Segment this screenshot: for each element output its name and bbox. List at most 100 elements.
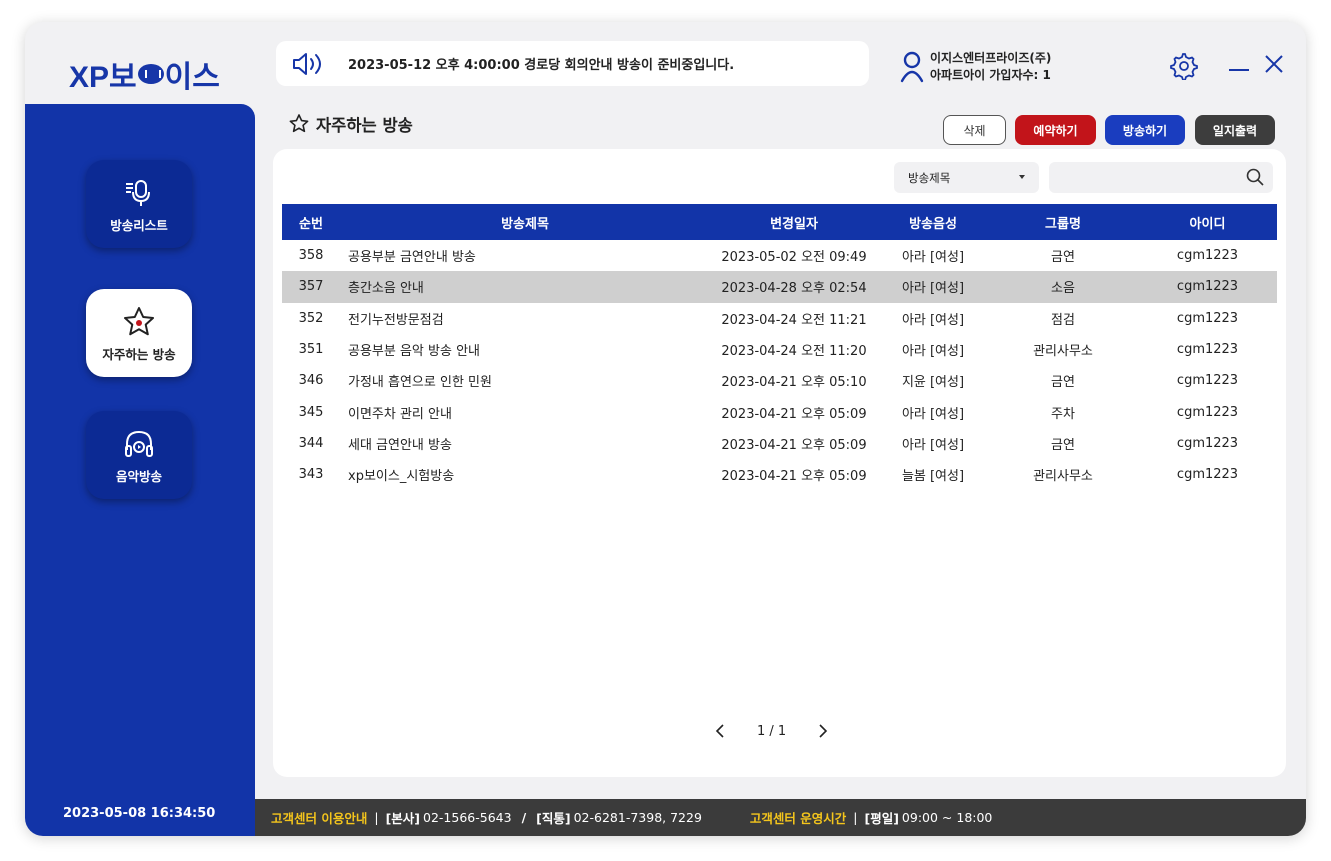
cell-title: 이면주차 관리 안내 <box>348 406 452 422</box>
sidebar-item-music[interactable]: 음악방송 <box>86 411 192 499</box>
microphone-icon <box>126 179 150 206</box>
search-field-select[interactable]: 방송제목 <box>894 162 1039 193</box>
close-icon[interactable] <box>1263 52 1285 76</box>
cell-number: 357 <box>298 279 324 295</box>
search-box <box>1049 162 1273 193</box>
cell-date: 2023-04-28 오후 02:54 <box>721 281 867 297</box>
hq-phone: 02-1566-5643 <box>423 810 512 825</box>
table-row[interactable]: 344 세대 금연안내 방송 2023-04-21 오후 05:09 아라 [여성] 금… <box>282 428 1277 459</box>
table-row[interactable]: 343 xp보이스_시험방송 2023-04-21 오후 05:09 늘봄 [여성] 관… <box>282 459 1277 490</box>
weekday-hours: 09:00 ~ 18:00 <box>901 810 993 825</box>
cell-voice: 지윤 [여성] <box>901 375 965 391</box>
cell-title: 층간소음 안내 <box>348 281 424 297</box>
column-header[interactable]: 방송제목 <box>340 204 710 240</box>
table-row[interactable]: 358 공용부분 금연안내 방송 2023-05-02 오전 09:49 아라 [여성… <box>282 240 1277 271</box>
chevron-down-icon <box>1019 175 1025 179</box>
cell-number: 345 <box>298 404 324 420</box>
cell-date: 2023-04-21 오후 05:09 <box>721 469 867 485</box>
logo-text-left: XP보 <box>69 61 137 94</box>
page-indicator: 1 / 1 <box>757 723 787 739</box>
cell-date: 2023-04-21 오후 05:09 <box>721 437 867 453</box>
cell-voice: 아라 [여성] <box>901 281 965 297</box>
page-title-text: 자주하는 방송 <box>316 116 413 135</box>
cell-id: cgm1223 <box>1176 279 1239 295</box>
column-header[interactable]: 아이디 <box>1138 204 1277 240</box>
table-row[interactable]: 345 이면주차 관리 안내 2023-04-21 오후 05:09 아라 [여성] 주… <box>282 396 1277 427</box>
logo-mic-icon <box>137 64 164 84</box>
table-header-row: 순번 방송제목 변경일자 방송음성 그룹명 아이디 <box>282 204 1277 240</box>
separator: | <box>853 810 858 825</box>
cell-date: 2023-04-24 오전 11:20 <box>721 344 867 360</box>
broadcast-button[interactable]: 방송하기 <box>1105 115 1185 145</box>
cell-id: cgm1223 <box>1176 373 1239 389</box>
cell-title: 세대 금연안내 방송 <box>348 437 452 453</box>
cell-date: 2023-05-02 오전 09:49 <box>721 250 867 266</box>
sidebar: 방송리스트 자주하는 방송 음악방송 <box>25 104 255 836</box>
sidebar-item-label: 방송리스트 <box>110 217 168 233</box>
cell-number: 344 <box>298 435 324 451</box>
column-header[interactable]: 그룹명 <box>988 204 1138 240</box>
weekday-label: [평일] <box>864 811 899 826</box>
headphones-icon <box>125 430 153 457</box>
table-row[interactable]: 357 층간소음 안내 2023-04-28 오후 02:54 아라 [여성] 소음 cg… <box>282 271 1277 303</box>
pagination: 1 / 1 <box>713 723 830 739</box>
speaker-icon <box>293 52 321 75</box>
cell-date: 2023-04-21 오후 05:09 <box>721 406 867 422</box>
cell-number: 343 <box>298 467 324 483</box>
cell-title: xp보이스_시험방송 <box>348 469 455 485</box>
minimize-icon[interactable] <box>1228 52 1250 76</box>
page-title: 자주하는 방송 <box>288 112 413 136</box>
separator: | <box>374 810 379 825</box>
cs-label: 고객센터 이용안내 <box>271 811 368 826</box>
cell-number: 346 <box>298 373 324 389</box>
company-name: 이지스엔터프라이즈(주) <box>930 51 1052 65</box>
sidebar-item-favorites[interactable]: 자주하는 방송 <box>86 289 192 377</box>
footer-bar: 고객센터 이용안내 | [본사] 02-1566-5643 / [직통] 02-… <box>255 799 1306 836</box>
column-header[interactable]: 방송음성 <box>878 204 988 240</box>
search-icon[interactable] <box>1245 167 1265 187</box>
cell-id: cgm1223 <box>1176 404 1239 420</box>
cell-group: 주차 <box>1051 406 1075 422</box>
cell-number: 352 <box>298 310 324 326</box>
notice-text: 2023-05-12 오후 4:00:00 경로당 회의안내 방송이 준비중입니… <box>348 58 735 73</box>
gear-icon[interactable] <box>1170 52 1198 80</box>
subscriber-count: 아파트아이 가입자수: 1 <box>930 68 1051 82</box>
chevron-left-icon[interactable] <box>713 723 729 739</box>
sidebar-item-label: 자주하는 방송 <box>102 346 176 362</box>
cell-id: cgm1223 <box>1176 310 1239 326</box>
search-input[interactable] <box>1049 162 1229 193</box>
cell-id: cgm1223 <box>1176 435 1239 451</box>
cell-id: cgm1223 <box>1176 467 1239 483</box>
sidebar-item-label: 음악방송 <box>115 468 162 484</box>
cell-id: cgm1223 <box>1176 342 1239 358</box>
direct-phone: 02-6281-7398, 7229 <box>573 810 702 825</box>
cell-title: 공용부분 금연안내 방송 <box>348 250 476 266</box>
cell-number: 351 <box>298 342 324 358</box>
table-row[interactable]: 351 공용부분 음악 방송 안내 2023-04-24 오전 11:20 아라 [여… <box>282 334 1277 365</box>
chevron-right-icon[interactable] <box>814 723 830 739</box>
column-header[interactable]: 순번 <box>282 204 340 240</box>
delete-button[interactable]: 삭제 <box>943 115 1006 145</box>
user-icon <box>900 51 924 83</box>
print-log-button[interactable]: 일지출력 <box>1195 115 1275 145</box>
main-panel: 방송제목 순번 방송제목 변경일자 방송음성 그룹명 아이디 358 공용부분 … <box>273 149 1286 777</box>
reserve-button[interactable]: 예약하기 <box>1015 115 1096 145</box>
cell-group: 금연 <box>1051 250 1075 266</box>
column-header[interactable]: 변경일자 <box>710 204 878 240</box>
user-info: 이지스엔터프라이즈(주) 아파트아이 가입자수: 1 <box>900 50 1051 84</box>
cell-number: 358 <box>298 248 324 264</box>
hq-label: [본사] <box>385 811 421 826</box>
table-row[interactable]: 352 전기누전방문점검 2023-04-24 오전 11:21 아라 [여성] 점검 c… <box>282 303 1277 334</box>
cell-date: 2023-04-21 오후 05:10 <box>721 375 867 391</box>
star-icon <box>124 306 154 335</box>
table-row[interactable]: 346 가정내 흡연으로 인한 민원 2023-04-21 오후 05:10 지윤 [… <box>282 365 1277 396</box>
sidebar-item-broadcast-list[interactable]: 방송리스트 <box>86 160 192 248</box>
notice-bar: 2023-05-12 오후 4:00:00 경로당 회의안내 방송이 준비중입니… <box>276 41 869 86</box>
app-window: XP보 이스 2023-05-12 오후 4:00:00 경로당 회의안내 방송이… <box>25 22 1306 836</box>
broadcast-table: 순번 방송제목 변경일자 방송음성 그룹명 아이디 358 공용부분 금연안내 방… <box>282 204 1277 490</box>
cell-voice: 아라 [여성] <box>901 312 965 328</box>
current-datetime: 2023-05-08 16:34:50 <box>63 806 216 821</box>
cell-voice: 아라 [여성] <box>901 250 965 266</box>
hours-label: 고객센터 운영시간 <box>749 811 847 826</box>
cell-group: 관리사무소 <box>1033 469 1093 485</box>
